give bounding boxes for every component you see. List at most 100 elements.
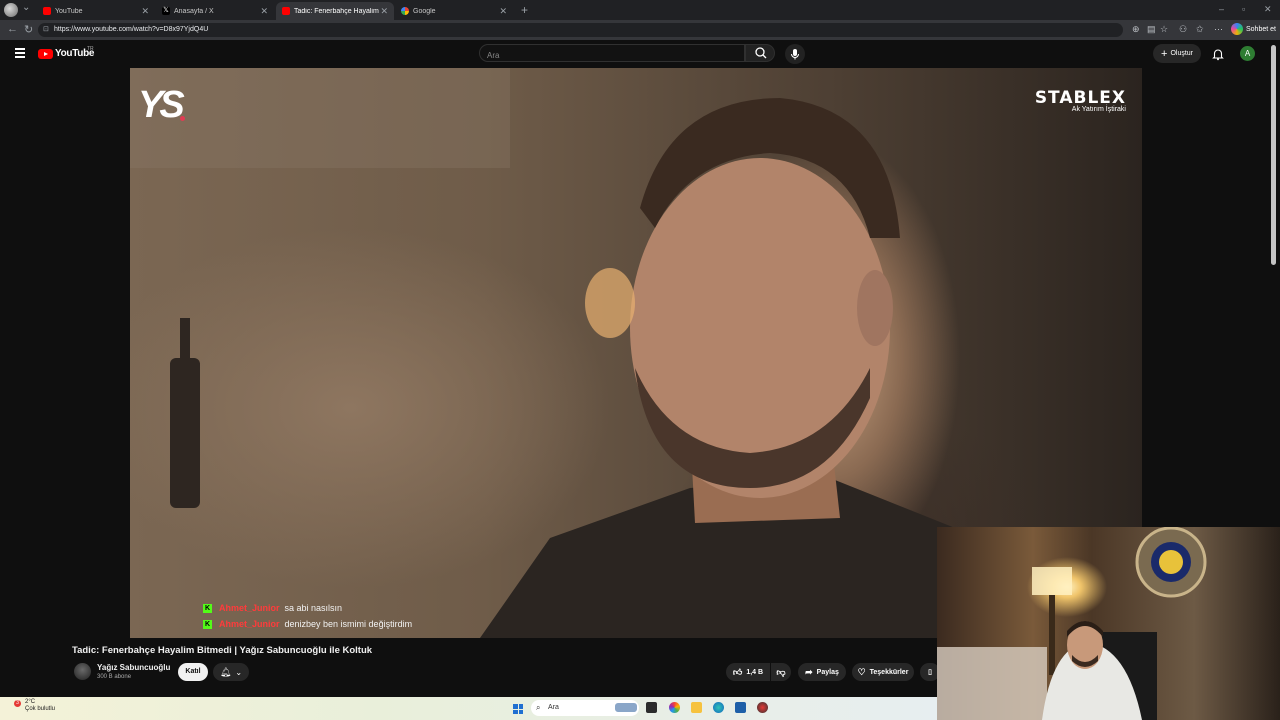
tab-google[interactable]: Google ✕	[395, 2, 513, 20]
store-icon[interactable]	[735, 702, 746, 713]
thanks-button[interactable]: ♡ Teşekkürler	[852, 663, 914, 681]
create-label: Oluştur	[1170, 50, 1193, 57]
plus-icon: +	[1161, 47, 1168, 60]
subscription-bell-button[interactable]: 🔔︎ ⌄	[213, 663, 249, 681]
url-text: https://www.youtube.com/watch?v=D8x97Yjd…	[54, 26, 209, 33]
thanks-heart-icon: ♡	[857, 666, 866, 677]
close-window-icon[interactable]: ✕	[1264, 4, 1272, 15]
browser-tab-strip: ⌄ YouTube ✕ 𝕏 Anasayfa / X ✕ Tadic: Fene…	[0, 0, 1280, 20]
join-button[interactable]: Katıl	[178, 663, 208, 681]
youtube-favicon-icon	[43, 7, 51, 15]
thanks-label: Teşekkürler	[869, 668, 909, 676]
kick-badge-icon: K	[203, 603, 212, 613]
page-scrollbar[interactable]	[1271, 45, 1276, 265]
extension-icon[interactable]: ⚇	[1179, 24, 1187, 35]
webcam-overlay	[937, 527, 1280, 720]
weather-widget[interactable]: 3 2°C Çok bulutlu	[12, 699, 55, 713]
dislike-button[interactable]: 👎︎	[771, 663, 791, 681]
weather-temperature: 2°C	[25, 699, 36, 705]
microphone-icon	[791, 49, 799, 60]
close-tab-icon[interactable]: ✕	[380, 6, 394, 17]
notifications-bell-icon[interactable]	[1211, 47, 1225, 61]
close-tab-icon[interactable]: ✕	[499, 6, 513, 17]
chat-message: K Ahmet_Junior denizbey ben ismimi değiş…	[203, 619, 412, 629]
x-favicon-icon: 𝕏	[162, 7, 170, 15]
tab-list-chevron-icon[interactable]: ⌄	[22, 2, 30, 13]
close-tab-icon[interactable]: ✕	[260, 6, 274, 17]
menu-hamburger-icon[interactable]	[15, 48, 25, 60]
tab-video[interactable]: Tadic: Fenerbahçe Hayalim Bitmedi | Yağı…	[276, 2, 394, 20]
reader-icon[interactable]: ▤	[1147, 24, 1156, 35]
chat-message: K Ahmet_Junior sa abi nasılsın	[203, 603, 342, 613]
channel-watermark-logo: YS	[138, 84, 185, 126]
thumbs-up-icon: 👍︎	[732, 666, 743, 677]
windows-taskbar: 3 2°C Çok bulutlu	[0, 697, 937, 720]
like-button[interactable]: 👍︎ 1,4 B	[726, 663, 770, 681]
share-button[interactable]: ➦ Paylaş	[798, 663, 846, 681]
chevron-down-icon: ⌄	[235, 667, 243, 677]
kick-badge-icon: K	[203, 619, 212, 629]
minimize-icon[interactable]: –	[1219, 4, 1224, 14]
chat-username: Ahmet_Junior	[219, 619, 280, 629]
create-button[interactable]: + Oluştur	[1153, 44, 1201, 63]
sponsor-name: STABLEX	[1034, 88, 1126, 108]
app-icon[interactable]	[757, 702, 768, 713]
chat-username: Ahmet_Junior	[219, 603, 280, 613]
favorites-icon[interactable]: ✩	[1196, 24, 1204, 35]
search-button[interactable]	[745, 44, 775, 62]
search-input[interactable]	[480, 46, 753, 65]
translate-icon[interactable]: ⊕	[1132, 24, 1140, 35]
search-highlight-icon[interactable]	[615, 703, 637, 712]
video-title: Tadic: Fenerbahçe Hayalim Bitmedi | Yağı…	[72, 645, 373, 656]
back-icon[interactable]: ←	[7, 23, 18, 35]
country-code: TR	[87, 46, 94, 52]
watermark-dot	[180, 116, 185, 121]
search-box	[479, 44, 753, 65]
edge-browser-icon[interactable]	[713, 702, 724, 713]
account-avatar[interactable]: A	[1240, 46, 1255, 61]
site-info-icon[interactable]: ⊡	[43, 23, 49, 37]
browser-toolbar: ← ↻ ⊡ https://www.youtube.com/watch?v=D8…	[0, 20, 1280, 40]
address-bar[interactable]: ⊡ https://www.youtube.com/watch?v=D8x97Y…	[38, 23, 1123, 37]
maximize-icon[interactable]: ▫	[1242, 4, 1245, 14]
search-icon	[755, 47, 767, 59]
tab-x[interactable]: 𝕏 Anasayfa / X ✕	[156, 2, 274, 20]
share-label: Paylaş	[816, 668, 839, 676]
like-count: 1,4 B	[746, 668, 764, 676]
youtube-masthead: YouTube TR + Oluştur A	[0, 40, 1280, 68]
windows-start-icon[interactable]	[513, 704, 523, 714]
subscriber-count: 300 B abone	[97, 674, 132, 680]
task-view-icon[interactable]	[646, 702, 657, 713]
tab-title: Google	[413, 7, 436, 15]
copilot-chat-button[interactable]: Sohbet et	[1231, 23, 1276, 35]
chat-text: denizbey ben ismimi değiştirdim	[284, 619, 413, 629]
tab-title: Tadic: Fenerbahçe Hayalim Bitmedi | Yağı…	[294, 7, 380, 15]
chat-text: sa abi nasılsın	[284, 603, 343, 613]
tab-title: YouTube	[55, 7, 83, 15]
taskbar-search-icon: ⌕	[536, 703, 541, 712]
copilot-taskbar-icon[interactable]	[669, 702, 680, 713]
weather-badge: 3	[14, 700, 21, 707]
channel-avatar[interactable]	[74, 663, 91, 680]
share-icon: ➦	[805, 666, 813, 677]
new-tab-icon[interactable]: +	[521, 3, 528, 17]
tab-youtube[interactable]: YouTube ✕	[37, 2, 155, 20]
reload-icon[interactable]: ↻	[24, 23, 33, 36]
file-explorer-icon[interactable]	[691, 702, 702, 713]
bell-icon: 🔔︎	[219, 666, 232, 677]
weather-condition: Çok bulutlu	[25, 706, 56, 712]
channel-name[interactable]: Yağız Sabuncuoğlu	[97, 663, 170, 672]
browser-profile-icon[interactable]	[4, 3, 18, 17]
google-favicon-icon	[401, 7, 409, 15]
voice-search-button[interactable]	[785, 44, 805, 64]
favorite-star-icon[interactable]: ☆	[1160, 24, 1168, 35]
more-menu-icon[interactable]: ⋯	[1214, 24, 1223, 35]
taskbar-search-placeholder: Ara	[548, 704, 559, 711]
chat-button-label: Sohbet et	[1246, 25, 1276, 33]
youtube-favicon-icon	[282, 7, 290, 15]
youtube-logo-icon[interactable]	[38, 49, 53, 59]
sponsor-logo: STABLEX Ak Yatırım İştiraki	[1035, 88, 1126, 113]
close-tab-icon[interactable]: ✕	[141, 6, 155, 17]
bookmark-icon: ▯	[928, 669, 932, 676]
thumbs-down-icon: 👎︎	[776, 666, 786, 677]
